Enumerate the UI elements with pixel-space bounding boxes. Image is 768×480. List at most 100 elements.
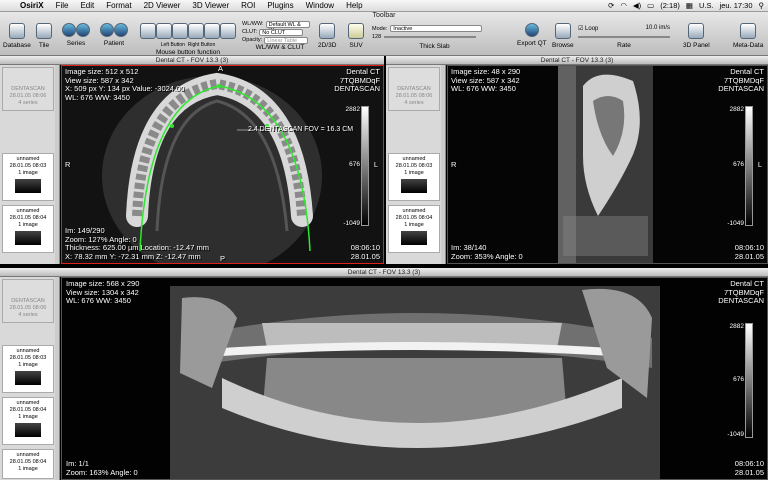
left-button-radio[interactable]: Left Button xyxy=(161,42,185,48)
wlww-tool-icon[interactable] xyxy=(140,23,156,39)
thumb-study-count: 4 series xyxy=(18,312,38,318)
curve-tool-icon[interactable] xyxy=(220,23,236,39)
suv-button[interactable]: SUV xyxy=(348,23,364,49)
thumb-series-date: 28.01.05 08:04 xyxy=(395,215,433,221)
series-button[interactable]: Series xyxy=(62,23,90,47)
acq-date: 28.01.05 xyxy=(734,467,764,477)
viewer2-titlebar[interactable]: Dental CT - FOV 13.3 (3) xyxy=(386,56,768,65)
spotlight-icon[interactable]: ⚲ xyxy=(759,1,765,10)
database-button[interactable]: Database xyxy=(3,23,31,49)
thumb-series-date: 28.01.05 08:04 xyxy=(9,215,47,221)
thumb-study-date: 28.01.05 08:06 xyxy=(9,93,47,99)
viewer2-thumbnail-list[interactable]: DENTASCAN 28.01.05 08:06 4 series unnamed 2… xyxy=(386,65,446,264)
thumb-study[interactable]: DENTASCAN 28.01.05 08:06 4 series xyxy=(388,67,440,111)
slab-slider[interactable] xyxy=(384,36,477,38)
patient-button[interactable]: Patient xyxy=(100,23,128,47)
thumb-scrollbar[interactable] xyxy=(441,65,445,264)
thumb-series[interactable]: unnamed 28.01.05 08:04 1 image xyxy=(2,205,54,253)
thumb-series[interactable]: unnamed 28.01.05 08:04 1 image xyxy=(388,205,440,253)
viewer3-titlebar[interactable]: Dental CT - FOV 13.3 (3) xyxy=(0,268,768,277)
export-qt-button[interactable]: Export QT xyxy=(517,23,547,47)
right-button-radio[interactable]: Right Button xyxy=(188,42,216,48)
rate-label: Rate xyxy=(617,42,631,49)
menu-edit[interactable]: Edit xyxy=(74,1,100,10)
browse-icon xyxy=(554,23,571,39)
thumb-scrollbar[interactable] xyxy=(55,65,59,264)
thumb-series-date: 28.01.05 08:04 xyxy=(9,459,47,465)
tile-button[interactable]: Tile xyxy=(36,23,52,49)
2d3d-label: 2D/3D xyxy=(318,42,337,49)
pano-overlay-patient: Dental CT 7TQBMDqF DENTASCAN xyxy=(718,279,764,306)
series-name: DENTASCAN xyxy=(718,296,764,305)
rate-value: 10.0 im/s xyxy=(645,25,670,31)
volume-icon[interactable]: ◀) xyxy=(633,1,641,10)
viewer1-thumbnail-list[interactable]: DENTASCAN 28.01.05 08:06 4 series unnamed 2… xyxy=(0,65,60,264)
metadata-button[interactable]: Meta-Data xyxy=(733,23,763,49)
cross-overlay-datetime: 08:06:10 28.01.05 xyxy=(735,243,764,261)
rotate-tool-icon[interactable] xyxy=(188,23,204,39)
orientation-right: L xyxy=(373,160,378,169)
thumb-series[interactable]: unnamed 28.01.05 08:04 1 image xyxy=(2,397,54,445)
rate-slider[interactable] xyxy=(578,36,670,38)
panoramic-image xyxy=(62,278,767,479)
battery-time[interactable]: (2:18) xyxy=(660,1,680,10)
patient-next-icon xyxy=(114,23,128,37)
panoramic-viewer[interactable]: Image size: 568 x 290 View size: 1304 x … xyxy=(61,277,768,480)
menu-file[interactable]: File xyxy=(50,1,75,10)
thumb-series-date: 28.01.05 08:03 xyxy=(9,163,47,169)
menu-plugins[interactable]: Plugins xyxy=(261,1,299,10)
orientation-bottom: P xyxy=(220,253,226,263)
menu-roi[interactable]: ROI xyxy=(235,1,261,10)
move-tool-icon[interactable] xyxy=(156,23,172,39)
colorbar-min: -1049 xyxy=(727,220,744,227)
thumb-study[interactable]: DENTASCAN 28.01.05 08:06 4 series xyxy=(2,67,54,111)
axial-overlay-datetime: 08:06:10 28.01.05 xyxy=(351,243,380,261)
clut-select[interactable]: No CLUT xyxy=(259,29,304,36)
menu-2d-viewer[interactable]: 2D Viewer xyxy=(138,1,187,10)
viewer3-thumbnail-list[interactable]: DENTASCAN 28.01.05 08:06 4 series unnamed 2… xyxy=(0,277,60,480)
colorbar-max: 2882 xyxy=(345,106,360,113)
thumb-series-name: unnamed xyxy=(16,348,40,354)
menu-format[interactable]: Format xyxy=(100,1,137,10)
2d3d-button[interactable]: 2D/3D xyxy=(318,23,336,49)
battery-icon[interactable]: ▭ xyxy=(647,1,654,10)
cross-section-viewer[interactable]: Image size: 48 x 290 View size: 587 x 34… xyxy=(447,65,768,264)
clock[interactable]: jeu. 17:30 xyxy=(720,1,753,10)
zoom-tool-icon[interactable] xyxy=(172,23,188,39)
viewer1-titlebar[interactable]: Dental CT - FOV 13.3 (3) xyxy=(0,56,384,65)
thumb-series-count: 1 image xyxy=(18,170,38,176)
mode-select[interactable]: Inactive xyxy=(390,25,483,32)
thumb-series[interactable]: unnamed 28.01.05 08:03 1 image xyxy=(388,153,440,201)
flag-icon[interactable]: ▦ xyxy=(686,1,693,10)
opacity-select[interactable]: Linear Table xyxy=(264,37,309,44)
thumb-series[interactable]: unnamed 28.01.05 08:04 1 image xyxy=(2,449,54,479)
thumb-series[interactable]: unnamed 28.01.05 08:03 1 image xyxy=(2,153,54,201)
wifi-icon[interactable]: ◠ xyxy=(620,1,627,10)
thumb-series[interactable]: unnamed 28.01.05 08:03 1 image xyxy=(2,345,54,393)
axial-viewer[interactable]: Image size: 512 x 512 View size: 587 x 3… xyxy=(61,65,384,264)
menu-window[interactable]: Window xyxy=(300,1,340,10)
thumb-preview xyxy=(15,423,41,437)
browse-button[interactable]: Browse xyxy=(552,23,574,49)
menu-help[interactable]: Help xyxy=(340,1,368,10)
2d3d-icon xyxy=(319,23,336,39)
thick-slab-group: Mode: Inactive 128 Thick Slab xyxy=(372,25,497,50)
locale-label[interactable]: U.S. xyxy=(699,1,714,10)
loop-label: Loop xyxy=(585,26,599,32)
3d-panel-button[interactable]: 3D Panel xyxy=(683,23,710,49)
loop-checkbox[interactable]: ☑ Loop xyxy=(578,25,598,32)
sync-icon[interactable]: ⟳ xyxy=(608,1,614,10)
thumb-study-count: 4 series xyxy=(404,100,424,106)
axial-overlay-info: Image size: 512 x 512 View size: 587 x 3… xyxy=(65,67,184,102)
thumb-study[interactable]: DENTASCAN 28.01.05 08:06 4 series xyxy=(2,279,54,323)
window-level: WL: 676 WW: 3450 xyxy=(66,296,131,305)
menu-3d-viewer[interactable]: 3D Viewer xyxy=(186,1,235,10)
thumb-series-count: 1 image xyxy=(404,170,424,176)
menu-app[interactable]: OsiriX xyxy=(14,1,50,10)
3d-rotate-tool-icon[interactable] xyxy=(204,23,220,39)
window-level: WL: 676 WW: 3450 xyxy=(65,92,130,102)
browse-label: Browse xyxy=(552,42,574,49)
wlww-select[interactable]: Default WL & W xyxy=(265,21,310,34)
thumb-scrollbar[interactable] xyxy=(55,277,59,480)
axial-overlay-patient: Dental CT 7TQBMDqF DENTASCAN xyxy=(334,67,380,94)
